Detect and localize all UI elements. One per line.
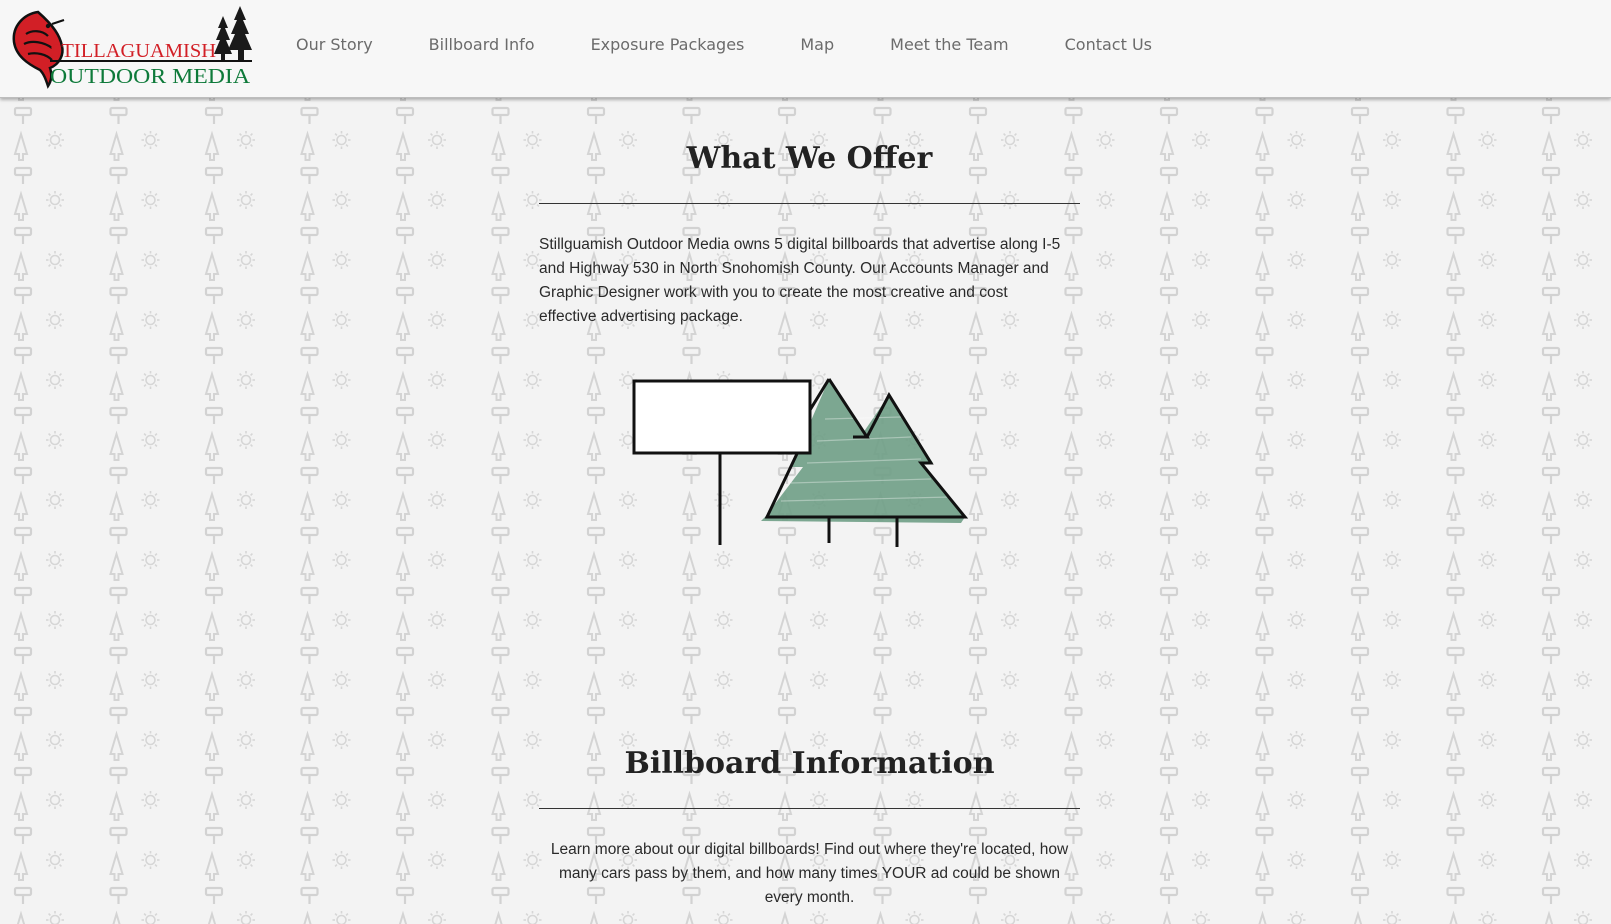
billboard-trees-illustration xyxy=(632,378,969,547)
nav-contact-us[interactable]: Contact Us xyxy=(1065,35,1152,54)
billboard-sign xyxy=(632,379,812,455)
logo-line1: STILLAGUAMISH xyxy=(50,40,216,62)
section-divider xyxy=(539,808,1080,809)
offer-description: Stillguamish Outdoor Media owns 5 digita… xyxy=(539,236,1061,325)
nav-exposure-packages[interactable]: Exposure Packages xyxy=(591,35,745,54)
pine-trees-icon xyxy=(214,6,252,62)
nav-map[interactable]: Map xyxy=(800,35,834,54)
logo-graphic: STILLAGUAMISH OUTDOOR MEDIA xyxy=(12,6,252,89)
site-logo[interactable]: STILLAGUAMISH OUTDOOR MEDIA xyxy=(8,4,254,90)
main-nav: Our Story Billboard Info Exposure Packag… xyxy=(296,35,1152,54)
logo-line2: OUTDOOR MEDIA xyxy=(50,64,251,88)
nav-billboard-info[interactable]: Billboard Info xyxy=(429,35,535,54)
section-divider xyxy=(539,203,1080,204)
site-header: STILLAGUAMISH OUTDOOR MEDIA Our Story Bi… xyxy=(0,0,1611,98)
section-title-what-we-offer: What We Offer xyxy=(686,141,933,176)
nav-our-story[interactable]: Our Story xyxy=(296,35,373,54)
section-title-billboard-information: Billboard Information xyxy=(624,746,995,781)
nav-meet-the-team[interactable]: Meet the Team xyxy=(890,35,1008,54)
billboard-description: Learn more about our digital billboards!… xyxy=(550,841,1069,906)
